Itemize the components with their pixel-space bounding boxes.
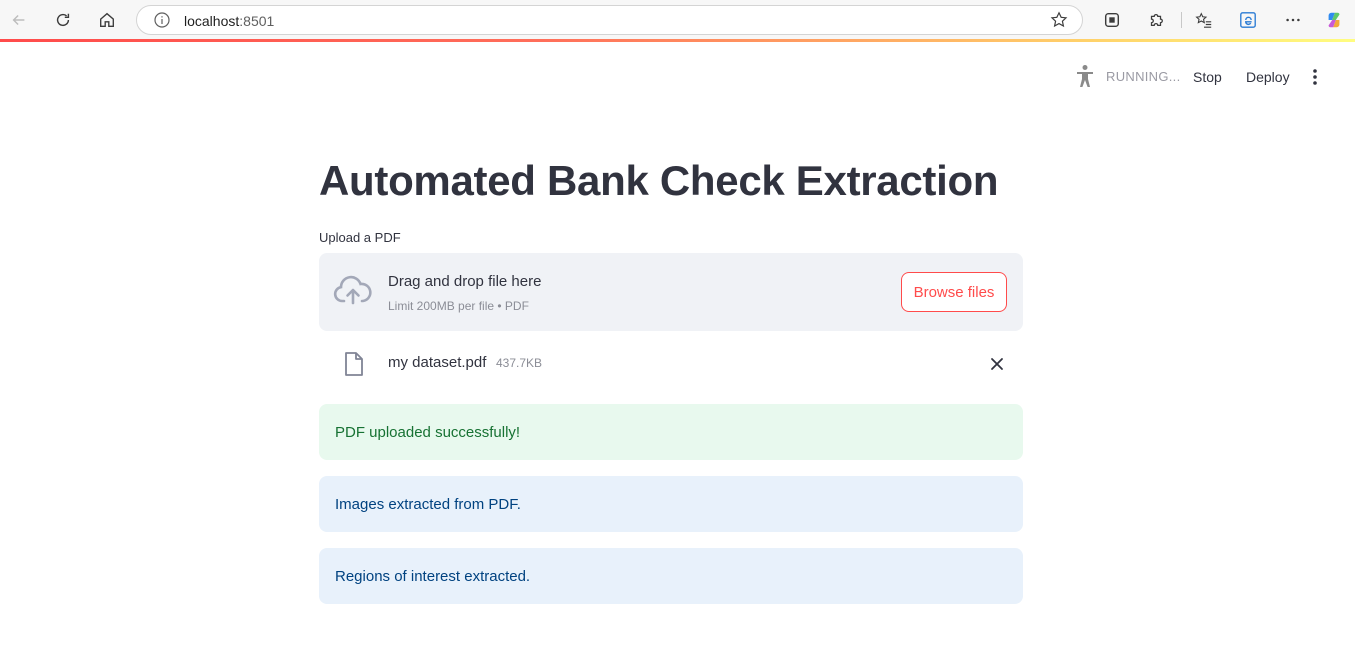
favorite-star-icon[interactable] <box>1050 11 1068 29</box>
success-alert: PDF uploaded successfully! <box>319 404 1023 460</box>
extensions-button[interactable] <box>1145 9 1167 31</box>
address-bar[interactable]: localhost:8501 <box>136 5 1083 35</box>
url-port: :8501 <box>239 13 275 29</box>
browser-toolbar: localhost:8501 <box>0 0 1355 40</box>
copilot-icon <box>1328 12 1340 28</box>
dropzone-instructions: Drag and drop file here <box>388 273 542 290</box>
browse-files-button[interactable]: Browse files <box>901 272 1007 312</box>
url-text: localhost:8501 <box>184 13 274 29</box>
refresh-button[interactable] <box>49 6 77 34</box>
puzzle-icon <box>1150 13 1163 27</box>
file-icon <box>345 352 363 376</box>
running-status: RUNNING... <box>1106 69 1181 84</box>
file-size: 437.7KB <box>496 356 543 370</box>
extension-app-icon <box>1104 12 1120 28</box>
home-icon <box>100 12 114 27</box>
home-button[interactable] <box>93 6 121 34</box>
cloud-upload-icon <box>333 275 372 305</box>
info-alert-regions: Regions of interest extracted. <box>319 548 1023 604</box>
extension-button[interactable] <box>1101 9 1123 31</box>
top-decoration-bar <box>0 39 1355 42</box>
stop-button[interactable]: Stop <box>1193 69 1222 85</box>
favorites-list-icon <box>1195 12 1212 28</box>
copilot-button[interactable] <box>1323 9 1345 31</box>
page-title: Automated Bank Check Extraction <box>319 157 999 204</box>
info-alert-text: Regions of interest extracted. <box>335 567 531 585</box>
ellipsis-icon <box>1286 18 1300 22</box>
arrow-left-icon <box>12 14 25 26</box>
info-alert-text: Images extracted from PDF. <box>335 495 521 513</box>
favorites-button[interactable] <box>1193 9 1215 31</box>
more-menu-button[interactable] <box>1282 9 1304 31</box>
edge-button[interactable] <box>1237 9 1259 31</box>
file-dropzone[interactable]: Drag and drop file here Limit 200MB per … <box>319 253 1023 331</box>
info-alert-images: Images extracted from PDF. <box>319 476 1023 532</box>
refresh-icon <box>56 13 70 27</box>
file-name: my dataset.pdf <box>388 354 487 371</box>
uploaded-file-row: my dataset.pdf 437.7KB <box>319 340 1023 388</box>
deploy-button[interactable]: Deploy <box>1246 69 1290 85</box>
edge-icon <box>1240 12 1256 28</box>
url-host: localhost <box>184 13 240 29</box>
back-button[interactable] <box>5 6 33 34</box>
running-person-icon <box>1077 65 1093 87</box>
main-menu-icon[interactable] <box>1306 66 1324 88</box>
dropzone-limit: Limit 200MB per file • PDF <box>388 299 529 313</box>
info-icon[interactable] <box>154 12 170 28</box>
success-alert-text: PDF uploaded successfully! <box>335 423 521 441</box>
toolbar-separator <box>1181 12 1182 28</box>
remove-file-icon[interactable] <box>987 354 1007 374</box>
upload-label: Upload a PDF <box>319 230 401 245</box>
